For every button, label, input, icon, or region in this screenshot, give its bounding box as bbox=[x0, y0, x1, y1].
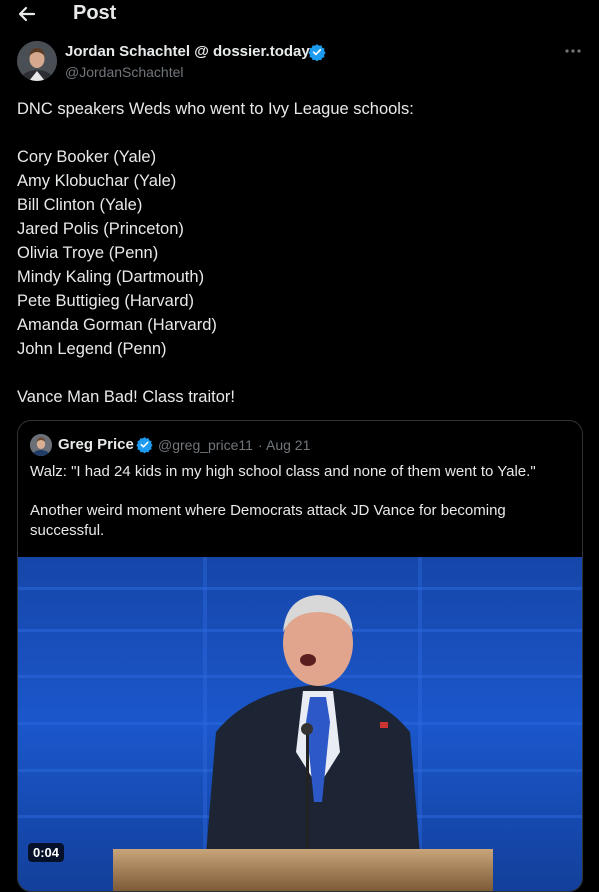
video-player[interactable]: 0:04 bbox=[18, 557, 582, 891]
author-avatar-image bbox=[17, 41, 57, 81]
more-options-button[interactable] bbox=[562, 40, 584, 62]
quoted-date[interactable]: Aug 21 bbox=[266, 437, 310, 453]
tweet-text: DNC speakers Weds who went to Ivy League… bbox=[17, 97, 577, 409]
arrow-left-icon bbox=[18, 6, 36, 22]
verified-badge-icon bbox=[308, 43, 326, 62]
quoted-text-line: Walz: "I had 24 kids in my high school c… bbox=[30, 463, 536, 480]
more-horizontal-icon bbox=[565, 49, 581, 53]
video-duration: 0:04 bbox=[28, 843, 65, 862]
speaker-line: Amanda Gorman (Harvard) bbox=[17, 316, 217, 334]
author-avatar[interactable] bbox=[17, 41, 57, 81]
author-name[interactable]: Jordan Schachtel @ dossier.today bbox=[65, 43, 310, 60]
speaker-line: Cory Booker (Yale) bbox=[17, 148, 157, 166]
separator-dot: · bbox=[258, 437, 263, 453]
tweet-closing: Vance Man Bad! Class traitor! bbox=[17, 388, 235, 406]
quoted-author-name[interactable]: Greg Price bbox=[58, 436, 134, 453]
speaker-line: Jared Polis (Princeton) bbox=[17, 220, 184, 238]
tweet-intro: DNC speakers Weds who went to Ivy League… bbox=[17, 100, 414, 118]
author-handle[interactable]: @JordanSchachtel bbox=[65, 64, 184, 80]
verified-badge-icon bbox=[136, 436, 153, 454]
speaker-line: Mindy Kaling (Dartmouth) bbox=[17, 268, 205, 286]
top-bar: Post bbox=[0, 0, 599, 30]
page-title: Post bbox=[73, 2, 117, 24]
video-frame bbox=[18, 557, 582, 891]
back-button[interactable] bbox=[14, 2, 42, 26]
quoted-author-handle[interactable]: @greg_price11 bbox=[158, 437, 253, 453]
speaker-line: John Legend (Penn) bbox=[17, 340, 167, 358]
speaker-line: Amy Klobuchar (Yale) bbox=[17, 172, 177, 190]
quoted-tweet[interactable]: Greg Price @greg_price11 · Aug 21 Walz: … bbox=[17, 420, 583, 892]
quoted-text: Walz: "I had 24 kids in my high school c… bbox=[30, 462, 570, 540]
quoted-avatar-image bbox=[30, 434, 52, 456]
quoted-author-avatar[interactable] bbox=[30, 434, 52, 456]
speaker-line: Bill Clinton (Yale) bbox=[17, 196, 143, 214]
speaker-line: Olivia Troye (Penn) bbox=[17, 244, 159, 262]
quoted-text-line: Another weird moment where Democrats att… bbox=[30, 502, 506, 539]
speaker-line: Pete Buttigieg (Harvard) bbox=[17, 292, 194, 310]
